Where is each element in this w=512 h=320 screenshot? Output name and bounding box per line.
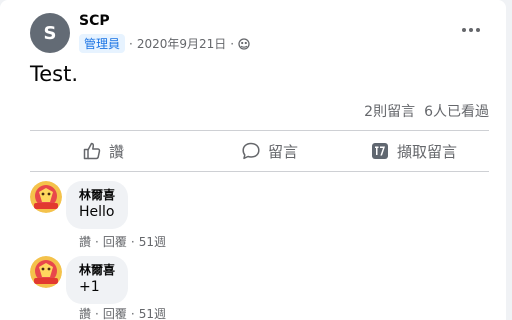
divider [30, 130, 489, 131]
separator-dot: · [95, 234, 99, 249]
thumbs-up-icon [82, 141, 102, 161]
more-options-icon[interactable] [456, 18, 486, 42]
separator-dot: · [130, 306, 135, 320]
post-text: Test. [30, 62, 79, 86]
separator-dot: · [95, 306, 99, 320]
author-avatar[interactable]: S [30, 13, 70, 53]
globe-icon[interactable] [238, 37, 250, 50]
comment-label: 留言 [267, 142, 298, 161]
comment-button[interactable]: 留言 [207, 132, 332, 170]
role-badge[interactable]: 管理員 [79, 34, 126, 53]
commenter-name[interactable]: 林爾喜 [79, 187, 116, 203]
comment-text: +1 [79, 279, 100, 295]
post-meta: 管理員 · 2020年9月21日 · [79, 34, 250, 53]
like-button[interactable]: 讚 [30, 132, 207, 170]
meta-separator: · [129, 36, 133, 51]
comment-time[interactable]: 51週 [139, 233, 166, 250]
comment-bubble: 林爾喜 +1 [66, 256, 128, 304]
avatar-letter: S [43, 22, 57, 44]
post-card: S SCP 管理員 · 2020年9月21日 · Test. 2則留言 6人已看… [0, 0, 506, 320]
action-bar: 讚 留言 擷取留言 [30, 132, 489, 170]
capture-app-icon [370, 141, 390, 161]
comment-actions: 讚 · 回覆 · 51週 [79, 233, 166, 250]
comment-actions: 讚 · 回覆 · 51週 [79, 305, 166, 320]
comment-time[interactable]: 51週 [139, 305, 166, 320]
comment-bubble-icon [241, 141, 261, 161]
post-author[interactable]: SCP [79, 13, 110, 29]
commenter-avatar[interactable] [30, 181, 62, 213]
comments-count[interactable]: 2則留言 [364, 101, 415, 121]
comment-bubble: 林爾喜 Hello [66, 181, 128, 229]
like-label: 讚 [109, 142, 125, 161]
commenter-avatar[interactable] [30, 256, 62, 288]
comment-like-link[interactable]: 讚 [79, 233, 91, 250]
comment-like-link[interactable]: 讚 [79, 305, 91, 320]
capture-comments-label: 擷取留言 [396, 142, 457, 161]
meta-separator: · [230, 36, 235, 51]
post-date[interactable]: 2020年9月21日 [137, 35, 226, 52]
seen-count[interactable]: 6人已看過 [424, 101, 489, 121]
divider [30, 171, 489, 172]
commenter-name[interactable]: 林爾喜 [79, 262, 116, 278]
post-stats: 2則留言 6人已看過 [364, 101, 489, 121]
comment-reply-link[interactable]: 回覆 [103, 233, 127, 250]
comment-reply-link[interactable]: 回覆 [103, 305, 127, 320]
capture-comments-button[interactable]: 擷取留言 [332, 132, 489, 170]
separator-dot: · [130, 234, 135, 249]
comment-text: Hello [79, 204, 115, 220]
